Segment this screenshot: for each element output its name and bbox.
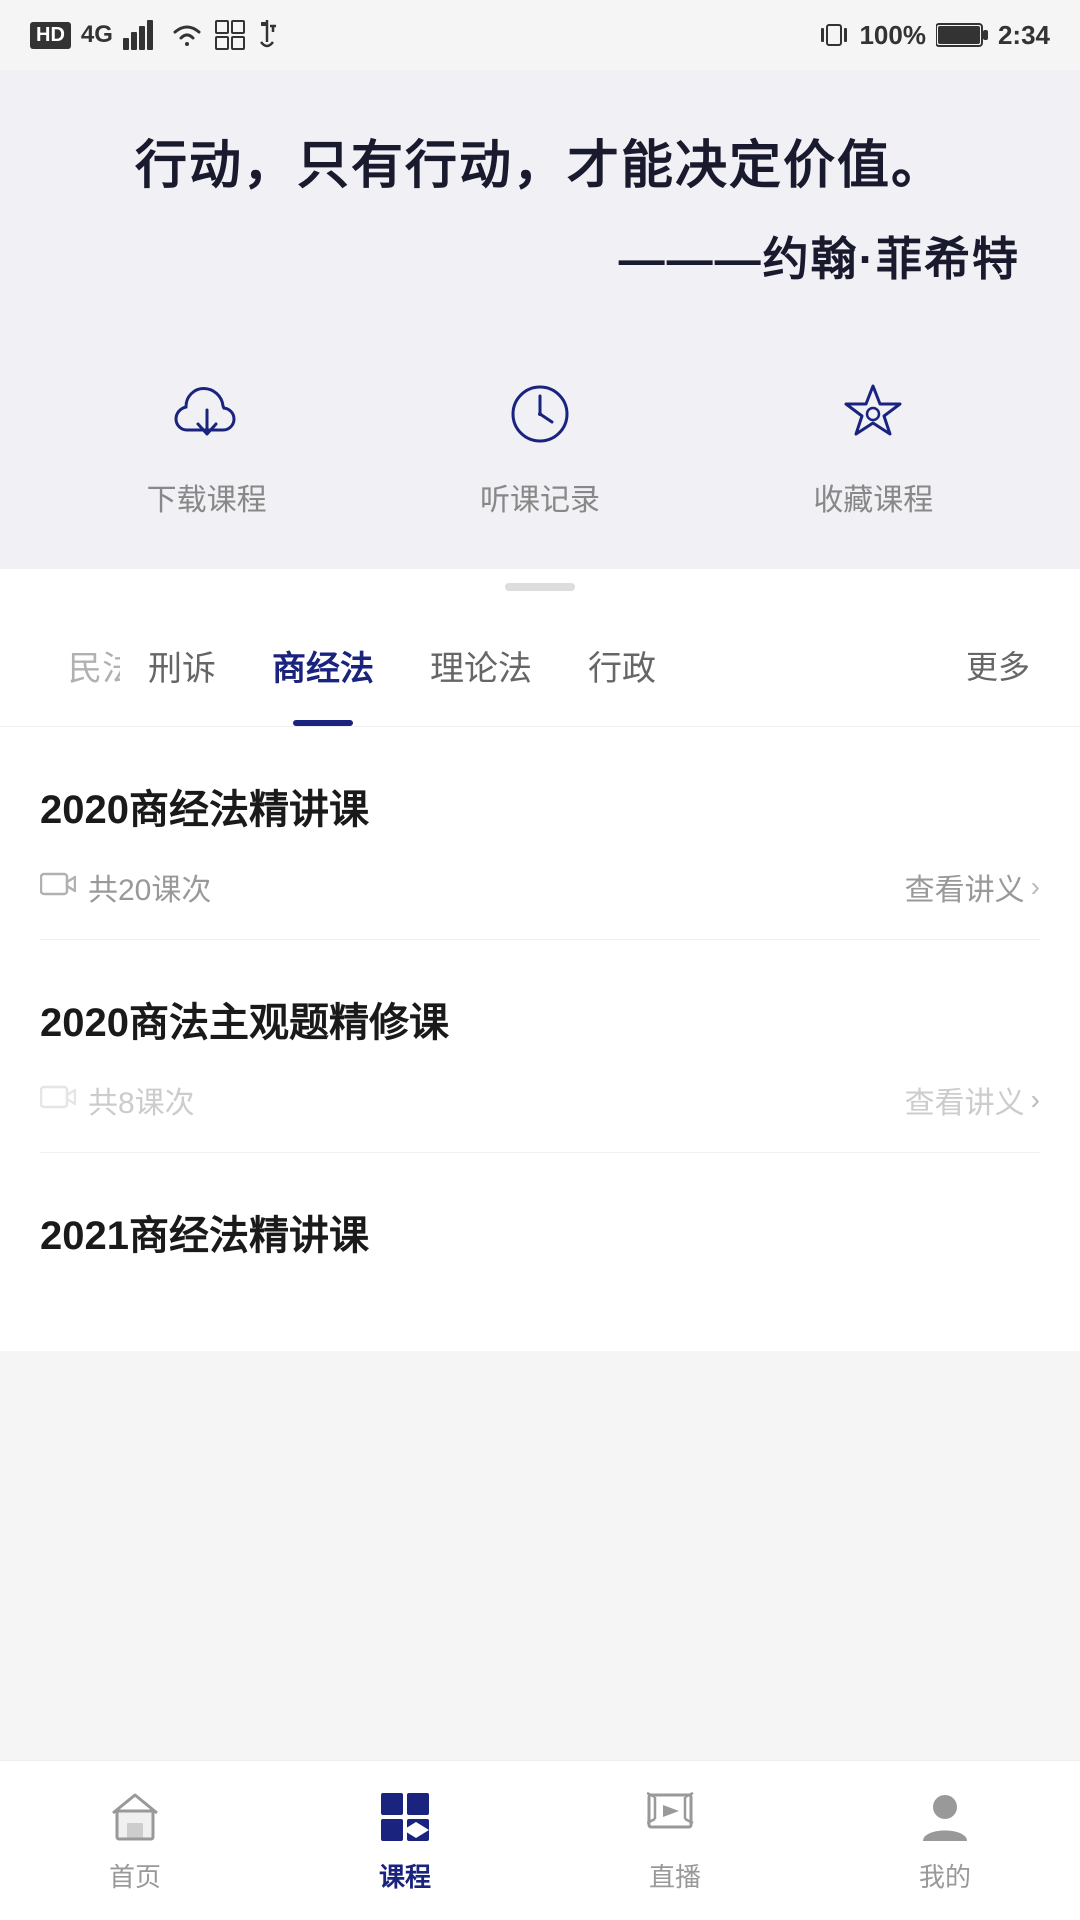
course-meta-1: 共20课次 查看讲义 › — [40, 865, 1040, 909]
header-banner: 行动，只有行动，才能决定价值。 ———约翰·菲希特 — [0, 70, 1080, 329]
video-icon-2 — [40, 1082, 76, 1118]
course-count-1: 共20课次 — [40, 865, 211, 909]
clock-icon — [495, 369, 585, 459]
battery-icon — [936, 21, 988, 49]
scroll-dot — [505, 583, 575, 591]
tab-lilunfa[interactable]: 理论法 — [402, 605, 560, 726]
nav-mine-label: 我的 — [919, 1857, 971, 1894]
course-link-2[interactable]: 查看讲义 › — [905, 1078, 1040, 1122]
quote-author: ———约翰·菲希特 — [60, 223, 1020, 289]
quick-action-favorite[interactable]: 收藏课程 — [813, 369, 933, 519]
status-bar: HD 4G — [0, 0, 1080, 70]
history-label: 听课记录 — [480, 475, 600, 519]
nav-mine[interactable]: 我的 — [915, 1787, 975, 1894]
course-list: 2020商经法精讲课 共20课次 查看讲义 › 2020商法主观题精修课 — [0, 727, 1080, 1351]
course-title-3: 2021商经法精讲课 — [40, 1203, 1040, 1261]
tab-minfa[interactable]: 民法 — [40, 605, 120, 726]
hd-badge: HD — [30, 22, 71, 49]
tab-shangjingfa[interactable]: 商经法 — [244, 605, 402, 726]
scroll-indicator — [0, 569, 1080, 605]
course-title-2: 2020商法主观题精修课 — [40, 990, 1040, 1048]
course-count-text-1: 共20课次 — [88, 865, 211, 909]
quick-action-download[interactable]: 下载课程 — [147, 369, 267, 519]
home-icon — [105, 1787, 165, 1847]
time-text: 2:34 — [998, 20, 1050, 51]
status-left-icons: HD 4G — [30, 20, 279, 50]
tab-bar: 民法 刑诉 商经法 理论法 行政 更多 — [0, 605, 1080, 727]
favorite-label: 收藏课程 — [813, 475, 933, 519]
usb-icon — [255, 20, 279, 50]
chevron-icon-1: › — [1031, 871, 1040, 903]
course-link-1[interactable]: 查看讲义 › — [905, 865, 1040, 909]
live-icon — [645, 1787, 705, 1847]
nav-home-label: 首页 — [109, 1857, 161, 1894]
tab-xingzheng[interactable]: 行政 — [560, 605, 684, 726]
course-count-text-2: 共8课次 — [88, 1078, 195, 1122]
nav-home[interactable]: 首页 — [105, 1787, 165, 1894]
nav-course-label: 课程 — [379, 1857, 431, 1894]
course-meta-2: 共8课次 查看讲义 › — [40, 1078, 1040, 1122]
course-link-label-1: 查看讲义 — [905, 865, 1025, 909]
battery-text: 100% — [859, 20, 926, 51]
quick-actions: 下载课程 听课记录 收藏课程 — [0, 329, 1080, 569]
bottom-nav: 首页 课程 — [0, 1760, 1080, 1920]
course-item-3[interactable]: 2021商经法精讲课 — [40, 1153, 1040, 1351]
course-link-label-2: 查看讲义 — [905, 1078, 1025, 1122]
quote-main: 行动，只有行动，才能决定价值。 — [60, 130, 1020, 203]
chevron-icon-2: › — [1031, 1084, 1040, 1116]
tab-more[interactable]: 更多 — [956, 606, 1040, 724]
course-item-1[interactable]: 2020商经法精讲课 共20课次 查看讲义 › — [40, 727, 1040, 940]
person-icon — [915, 1787, 975, 1847]
nav-course[interactable]: 课程 — [375, 1787, 435, 1894]
vibrate-icon — [819, 20, 849, 50]
star-icon — [828, 369, 918, 459]
wifi-icon — [169, 20, 205, 50]
download-label: 下载课程 — [147, 475, 267, 519]
network-icon: 4G — [81, 21, 113, 49]
quick-action-history[interactable]: 听课记录 — [480, 369, 600, 519]
course-item-2[interactable]: 2020商法主观题精修课 共8课次 查看讲义 › — [40, 940, 1040, 1153]
video-icon-1 — [40, 869, 76, 905]
course-count-2: 共8课次 — [40, 1078, 195, 1122]
signal-icon — [123, 20, 159, 50]
tab-xingsu[interactable]: 刑诉 — [120, 605, 244, 726]
cloud-download-icon — [162, 369, 252, 459]
grid-icon — [215, 20, 245, 50]
course-title-1: 2020商经法精讲课 — [40, 777, 1040, 835]
nav-live[interactable]: 直播 — [645, 1787, 705, 1894]
nav-live-label: 直播 — [649, 1857, 701, 1894]
course-icon — [375, 1787, 435, 1847]
status-right-info: 100% 2:34 — [819, 20, 1050, 51]
